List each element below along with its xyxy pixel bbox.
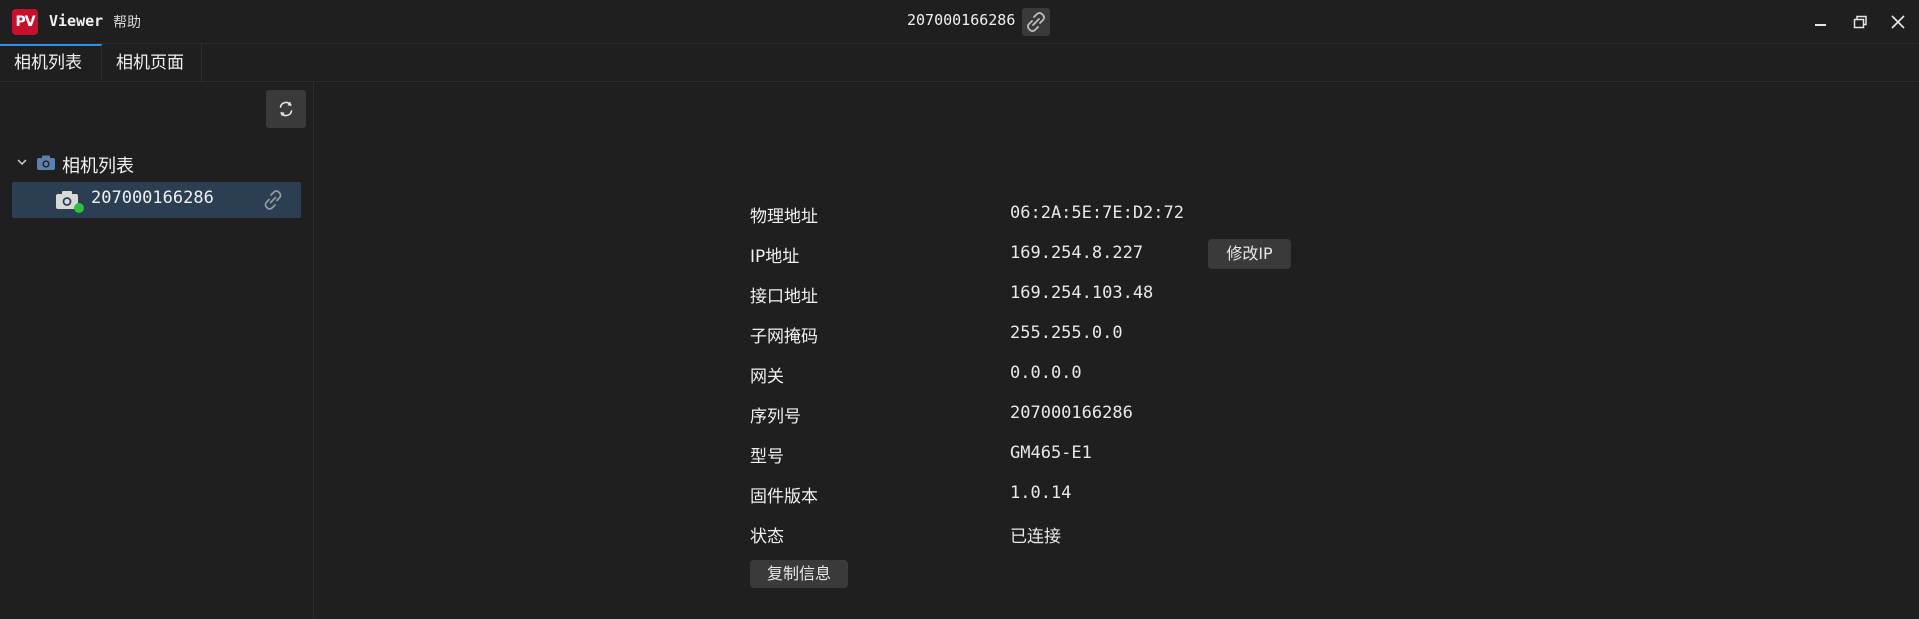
copy-info-button[interactable]: 复制信息 xyxy=(750,560,848,588)
close-button[interactable] xyxy=(1886,10,1910,34)
app-name: Viewer xyxy=(49,12,104,30)
info-label-firmware: 固件版本 xyxy=(750,487,818,507)
info-label-gateway: 网关 xyxy=(750,367,784,387)
info-value-subnet: 255.255.0.0 xyxy=(1010,323,1123,343)
camera-icon xyxy=(37,155,55,170)
camera-serial: 207000166286 xyxy=(91,188,214,208)
app-logo: PV xyxy=(12,9,38,35)
tab-bar: 相机列表 相机页面 xyxy=(0,44,1919,82)
info-value-status: 已连接 xyxy=(1010,527,1061,547)
title-bar: PV Viewer 帮助 207000166286 xyxy=(0,0,1919,44)
disconnect-button[interactable] xyxy=(1022,8,1050,36)
info-value-interface: 169.254.103.48 xyxy=(1010,283,1154,303)
menu-help[interactable]: 帮助 xyxy=(113,12,141,32)
info-label-interface: 接口地址 xyxy=(750,287,818,307)
unlink-icon[interactable] xyxy=(262,189,284,211)
info-label-mac: 物理地址 xyxy=(750,207,818,227)
online-status-dot xyxy=(74,203,84,213)
minimize-button[interactable] xyxy=(1808,10,1832,34)
tree-root-label: 相机列表 xyxy=(62,156,134,177)
modify-ip-button[interactable]: 修改IP xyxy=(1208,239,1291,269)
restore-icon xyxy=(1853,15,1867,29)
refresh-icon xyxy=(279,101,293,117)
info-value-ip: 169.254.8.227 xyxy=(1010,243,1144,263)
camera-list-item[interactable]: 207000166286 xyxy=(12,182,301,218)
info-value-firmware: 1.0.14 xyxy=(1010,483,1072,503)
close-icon xyxy=(1891,15,1905,29)
info-label-status: 状态 xyxy=(750,527,784,547)
device-title: 207000166286 xyxy=(907,11,1016,29)
restore-button[interactable] xyxy=(1848,10,1872,34)
refresh-button[interactable] xyxy=(266,90,306,128)
info-label-ip: IP地址 xyxy=(750,247,800,267)
chevron-down-icon[interactable] xyxy=(15,155,29,169)
minimize-icon xyxy=(1815,24,1826,26)
tab-camera-page[interactable]: 相机页面 xyxy=(102,44,202,82)
unlink-icon xyxy=(1027,12,1045,32)
info-label-model: 型号 xyxy=(750,447,784,467)
info-value-serial: 207000166286 xyxy=(1010,403,1133,423)
info-value-gateway: 0.0.0.0 xyxy=(1010,363,1082,383)
info-label-subnet: 子网掩码 xyxy=(750,327,818,347)
info-value-mac: 06:2A:5E:7E:D2:72 xyxy=(1010,203,1184,223)
camera-sidebar: 相机列表 207000166286 xyxy=(0,82,314,619)
tab-camera-list[interactable]: 相机列表 xyxy=(0,44,102,82)
info-value-model: GM465-E1 xyxy=(1010,443,1092,463)
info-label-serial: 序列号 xyxy=(750,407,801,427)
